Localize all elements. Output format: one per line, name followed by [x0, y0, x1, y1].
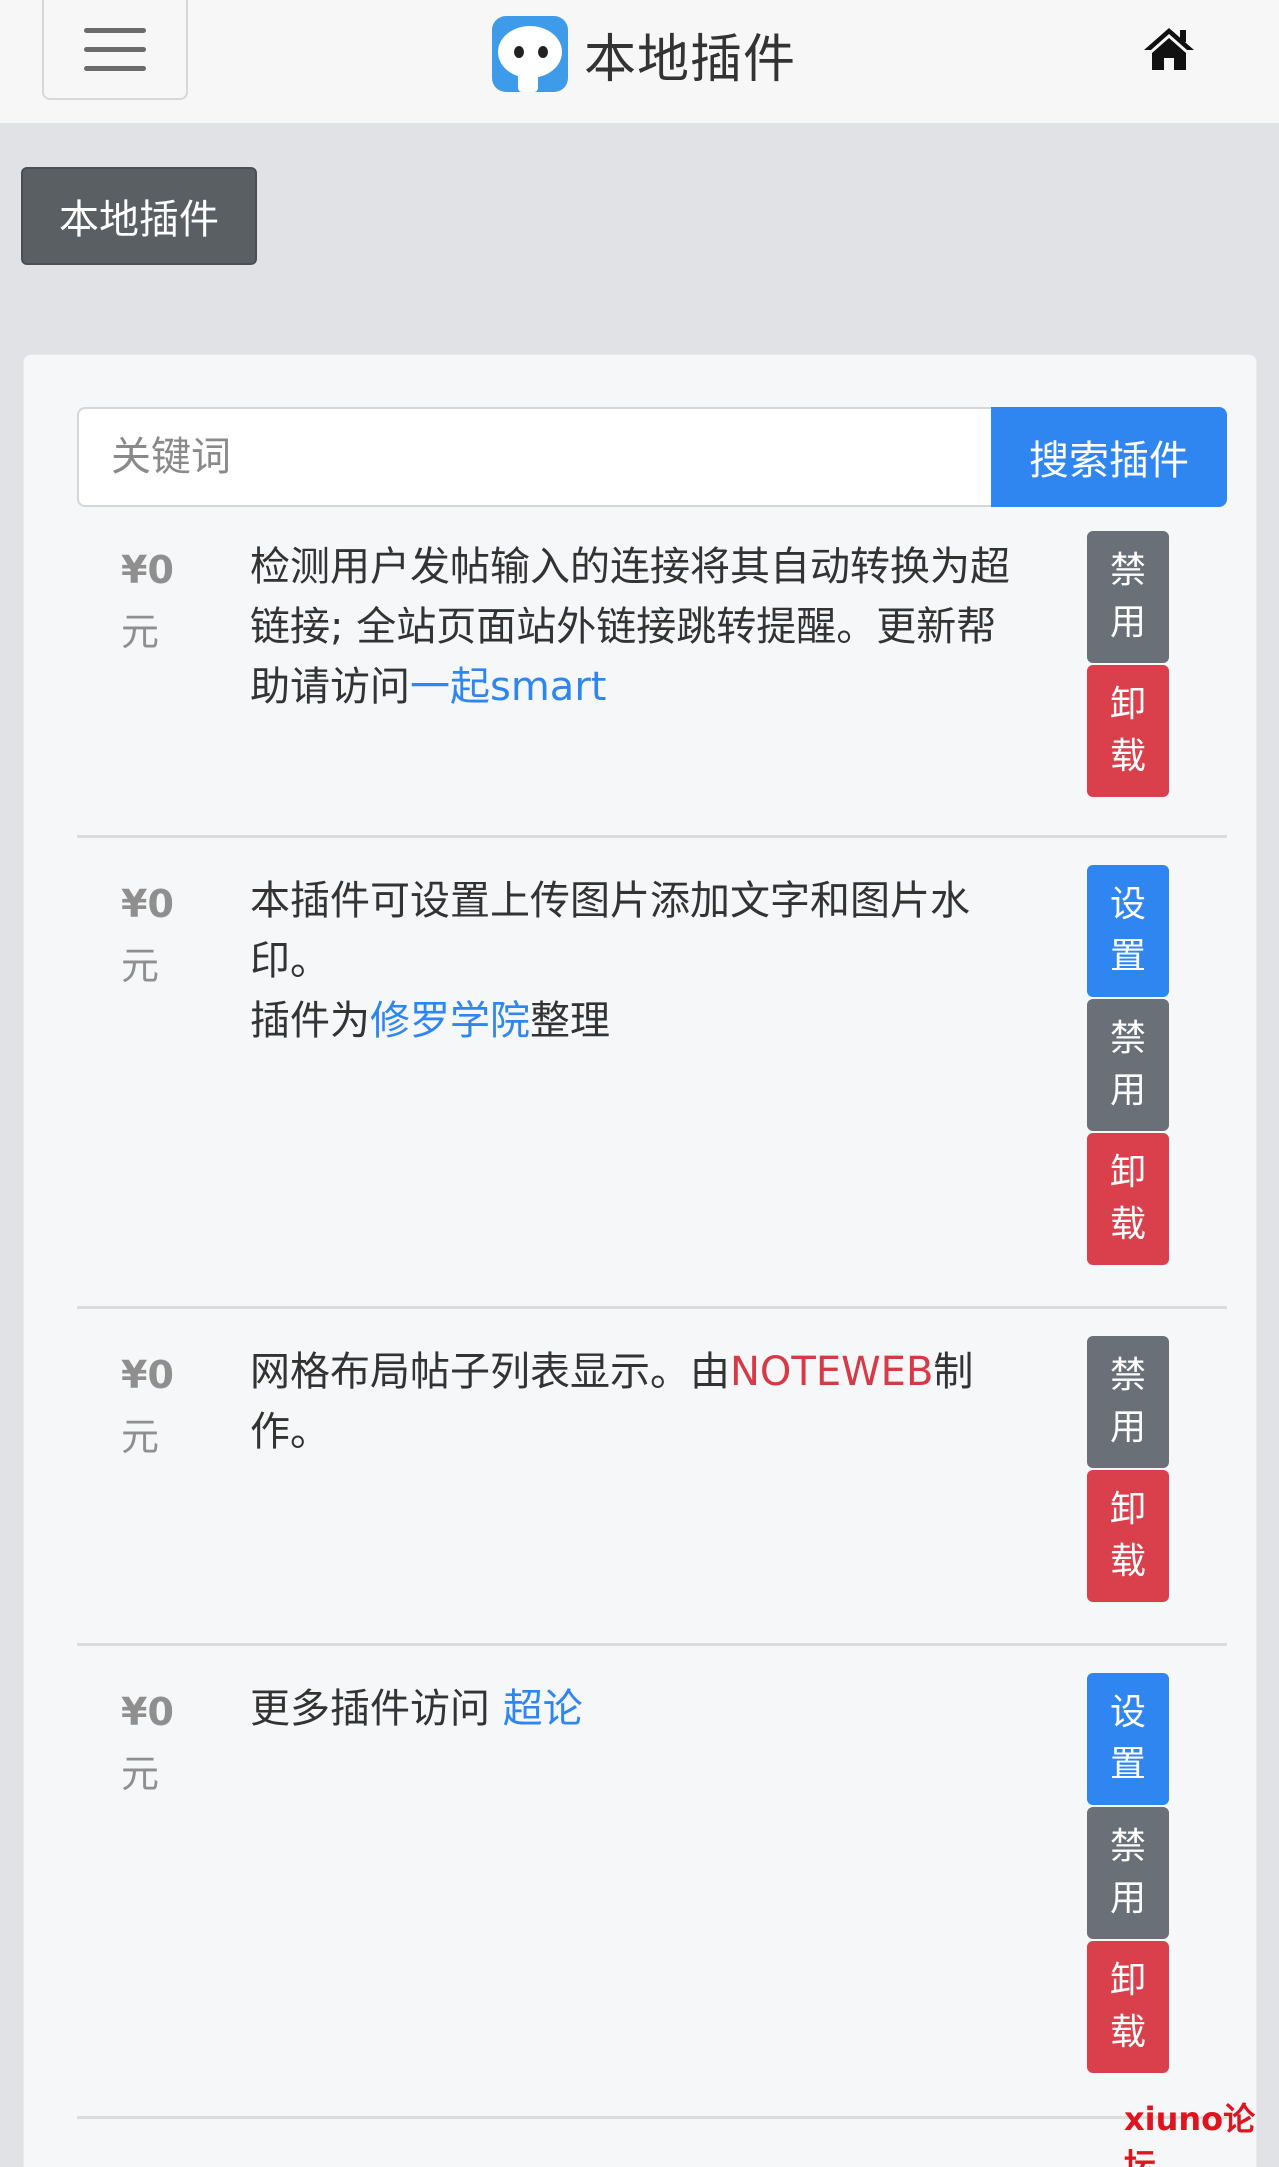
- plugin-actions: 设置 禁用 卸载: [1087, 1673, 1169, 2075]
- disable-button[interactable]: 禁用: [1087, 1807, 1169, 1939]
- settings-button[interactable]: 设置: [1087, 865, 1169, 997]
- plugin-author-link[interactable]: 修罗学院: [370, 998, 530, 1044]
- settings-button[interactable]: 设置: [1087, 1673, 1169, 1805]
- plugin-author-link[interactable]: 一起smart: [410, 664, 606, 710]
- plugin-row: ¥0 元 网格布局帖子列表显示。由NOTEWEB制作。 禁用 卸载: [77, 1312, 1227, 1646]
- page-title: 本地插件: [584, 29, 797, 90]
- plugin-description: 检测用户发帖输入的连接将其自动转换为超链接; 全站页面站外链接跳转提醒。更新帮助…: [250, 544, 1010, 710]
- disable-button[interactable]: 禁用: [1087, 531, 1169, 663]
- plugin-author-link[interactable]: NOTEWEB: [730, 1349, 933, 1395]
- chat-bubble-logo-icon: [492, 16, 568, 92]
- plugin-actions: 禁用 卸载: [1087, 1336, 1169, 1604]
- watermark: xiuno论坛: [1124, 2100, 1256, 2167]
- uninstall-button[interactable]: 卸载: [1087, 1133, 1169, 1265]
- search-input[interactable]: [77, 407, 991, 507]
- top-navbar: 本地插件: [0, 0, 1279, 124]
- menu-bar-line: [84, 46, 146, 52]
- menu-bar-line: [84, 65, 146, 71]
- plugin-price: ¥0 元: [121, 548, 174, 654]
- home-icon[interactable]: [1142, 26, 1196, 72]
- plugin-description: 本插件可设置上传图片添加文字和图片水印。 插件为修罗学院整理: [250, 878, 970, 1044]
- search-plugins-button[interactable]: 搜索插件: [991, 407, 1227, 507]
- disable-button[interactable]: 禁用: [1087, 1336, 1169, 1468]
- plugin-price: ¥0 元: [121, 882, 174, 988]
- uninstall-button[interactable]: 卸载: [1087, 665, 1169, 797]
- plugin-price: ¥0 元: [121, 1690, 174, 1796]
- hamburger-menu-button[interactable]: [42, 0, 188, 100]
- plugin-row: ¥0 元 本插件可设置上传图片添加文字和图片水印。 插件为修罗学院整理 设置 禁…: [77, 841, 1227, 1309]
- brand[interactable]: 本地插件: [492, 14, 796, 94]
- uninstall-button[interactable]: 卸载: [1087, 1941, 1169, 2073]
- plugin-description: 网格布局帖子列表显示。由NOTEWEB制作。: [250, 1349, 974, 1455]
- disable-button[interactable]: 禁用: [1087, 999, 1169, 1131]
- plugin-actions: 设置 禁用 卸载: [1087, 865, 1169, 1267]
- plugin-list-card: 搜索插件 ¥0 元 检测用户发帖输入的连接将其自动转换为超链接; 全站页面站外链…: [23, 354, 1257, 2167]
- plugin-actions: 禁用 卸载: [1087, 531, 1169, 799]
- uninstall-button[interactable]: 卸载: [1087, 1470, 1169, 1602]
- plugin-row: ¥0 元 检测用户发帖输入的连接将其自动转换为超链接; 全站页面站外链接跳转提醒…: [77, 507, 1227, 838]
- search-bar: 搜索插件: [77, 407, 1227, 507]
- plugin-row: ¥0 元 更多插件访问 超论 设置 禁用 卸载: [77, 1649, 1227, 2119]
- menu-bar-line: [84, 27, 146, 33]
- plugin-author-link[interactable]: 超论: [503, 1686, 583, 1732]
- plugin-price: ¥0 元: [121, 1353, 174, 1459]
- breadcrumb-local-plugins[interactable]: 本地插件: [21, 167, 257, 265]
- plugin-description: 更多插件访问 超论: [250, 1686, 583, 1732]
